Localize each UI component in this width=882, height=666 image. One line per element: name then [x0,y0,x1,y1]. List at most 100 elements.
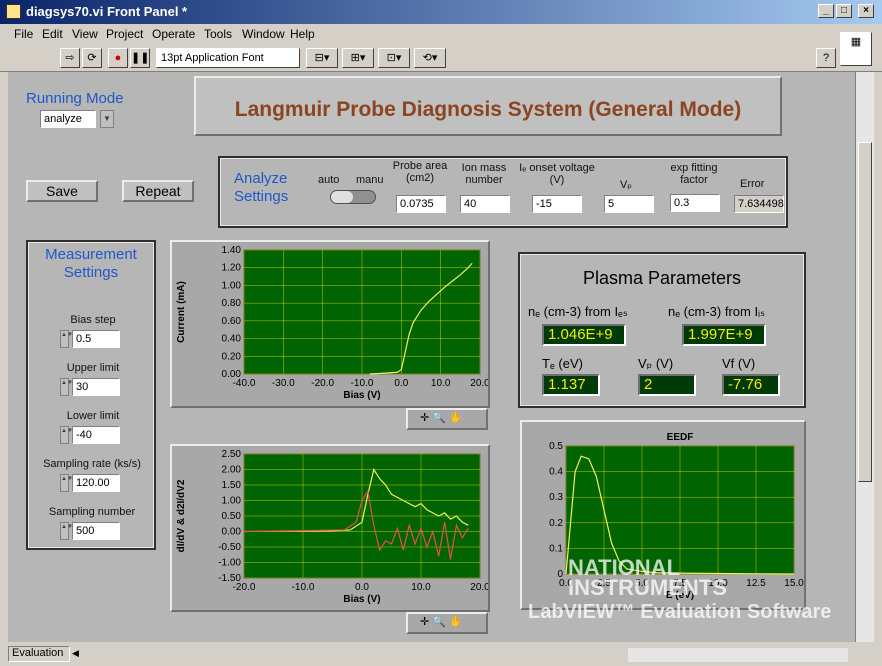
dropdown-arrow-icon[interactable]: ▼ [100,110,114,128]
abort-icon[interactable]: ● [108,48,128,68]
sampling-rate-label: Sampling rate (ks/s) [43,458,141,470]
plasma-parameters-frame: Plasma Parameters nₑ (cm-3) from Iₑₛ nₑ … [518,252,806,408]
y-tick-label: -1.00 [218,558,241,569]
page-title: Langmuir Probe Diagnosis System (General… [234,98,742,121]
run-continuous-icon[interactable]: ⟳ [82,48,102,68]
y-tick-label: 1.00 [222,496,242,507]
exp-fitting-input[interactable]: 0.3 [670,194,720,212]
ne-is-label: nₑ (cm-3) from Iᵢₛ [668,304,765,319]
vi-connector-icon: ▦ [840,32,872,66]
x-tick-label: 0.0 [394,378,408,389]
close-button[interactable]: × [858,4,874,18]
x-tick-label: 10.0 [431,378,451,389]
spinner-icon[interactable]: ▲▼ [60,474,73,492]
scroll-left-icon[interactable]: ◀ [72,648,84,660]
ion-mass-input[interactable]: 40 [460,195,510,213]
watermark-line-3: LabVIEW™ Evaluation Software [528,601,832,623]
cursor-zoom-hand-icon[interactable]: ✛ 🔍 ✋ [420,616,463,628]
upper-limit-input[interactable]: 30 [72,378,120,396]
derivative-plot: -20.0 -10.0 0.0 10.0 20.0-1.50-1.00-0.500.00… [176,449,490,605]
spinner-icon[interactable]: ▲▼ [60,522,73,540]
y-tick-label: 0.00 [222,527,242,538]
menu-operate[interactable]: Operate [152,27,195,41]
menu-window[interactable]: Window [242,27,285,41]
y-tick-label: 1.20 [222,263,242,274]
labview-vi-icon [6,4,21,19]
y-tick-label: 0.3 [549,492,563,503]
repeat-button[interactable]: Repeat [122,180,194,202]
menu-bar: File Edit View Project Operate Tools Win… [0,24,882,44]
pause-icon[interactable]: ❚❚ [130,48,150,68]
y-tick-label: 2.50 [222,449,242,460]
menu-edit[interactable]: Edit [42,27,63,41]
front-panel: Running Mode analyze ▼ Langmuir Probe Di… [8,72,856,642]
vp-label: Vₚ [619,179,633,191]
run-arrow-icon[interactable]: ⇨ [60,48,80,68]
menu-help[interactable]: Help [290,27,315,41]
cursor-zoom-hand-icon[interactable]: ✛ 🔍 ✋ [420,412,463,424]
y-tick-label: 1.00 [222,280,242,291]
spinner-icon[interactable]: ▲▼ [60,426,73,444]
horizontal-scrollbar[interactable] [628,648,848,662]
y-tick-label: -0.50 [218,542,241,553]
bias-step-input[interactable]: 0.5 [72,330,120,348]
onset-voltage-input[interactable]: -15 [532,195,582,213]
y-axis-label: Current (mA) [176,281,187,343]
font-select[interactable]: 13pt Application Font [156,48,300,68]
onset-voltage-label: Iₑ onset voltage (V) [519,162,595,186]
y-tick-label: 2.00 [222,465,242,476]
y-tick-label: 0.1 [549,543,563,554]
maximize-button[interactable]: □ [836,4,852,18]
y-axis-label: dI/dV & d2I/dV2 [176,479,187,552]
save-button[interactable]: Save [26,180,98,202]
x-tick-label: 10.0 [411,582,431,593]
menu-file[interactable]: File [14,27,33,41]
window-titlebar: diagsys70.vi Front Panel * _ □ × [0,0,882,24]
spinner-icon[interactable]: ▲▼ [60,330,73,348]
spinner-icon[interactable]: ▲▼ [60,378,73,396]
vp-result-label: Vₚ (V) [638,356,674,371]
plasma-parameters-title: Plasma Parameters [582,268,742,288]
resize-icon[interactable]: ⊡▾ [378,48,410,68]
menu-view[interactable]: View [72,27,98,41]
x-tick-label: -30.0 [272,378,295,389]
graph-palette[interactable]: ✛ 🔍 ✋ [406,612,488,634]
error-label: Error [740,178,765,190]
sampling-rate-input[interactable]: 120.00 [72,474,120,492]
vf-label: Vf (V) [722,356,756,371]
ni-watermark: NATIONAL INSTRUMENTS LabVIEW™ Evaluation… [528,557,832,623]
ion-mass-label: Ion mass number [461,162,507,186]
analyze-settings-title: Analyze Settings [234,170,289,205]
vertical-scrollbar[interactable] [856,72,874,642]
menu-tools[interactable]: Tools [204,27,232,41]
toolbar: ⇨ ⟳ ● ❚❚ 13pt Application Font ⊟▾ ⊞▾ ⊡▾ … [0,32,882,72]
status-bar: Evaluation ◀ [0,644,882,666]
graph-palette[interactable]: ✛ 🔍 ✋ [406,408,488,430]
probe-area-input[interactable]: 0.0735 [396,195,446,213]
minimize-button[interactable]: _ [818,4,834,18]
vp-input[interactable]: 5 [604,195,654,213]
ne-es-label: nₑ (cm-3) from Iₑₛ [528,304,628,319]
align-icon[interactable]: ⊟▾ [306,48,338,68]
derivative-graph[interactable]: -20.0 -10.0 0.0 10.0 20.0 -1.50 -1.00 -0.50 0.00… [170,444,490,612]
distribute-icon[interactable]: ⊞▾ [342,48,374,68]
sampling-number-input[interactable]: 500 [72,522,120,540]
help-icon[interactable]: ? [816,48,836,68]
x-tick-label: -10.0 [351,378,374,389]
sampling-number-label: Sampling number [48,506,136,518]
error-indicator: 7.634498 [734,195,784,213]
iv-curve-graph[interactable]: -40.0 -30.0 -20.0 -10.0 0.0 10.0 20.0 0.00 0.20 0… [170,240,490,408]
upper-limit-label: Upper limit [66,362,120,374]
x-tick-label: 0.0 [355,582,369,593]
menu-project[interactable]: Project [106,27,143,41]
scroll-thumb[interactable] [858,142,872,482]
running-mode-select[interactable]: analyze [40,110,96,128]
reorder-icon[interactable]: ⟲▾ [414,48,446,68]
lower-limit-input[interactable]: -40 [72,426,120,444]
status-text: Evaluation [8,646,70,662]
measurement-settings-frame: Measurement Settings Bias step ▲▼ 0.5 Up… [26,240,156,550]
ne-es-indicator: 1.046E+9 [542,324,626,346]
auto-manu-toggle[interactable] [330,190,376,204]
chart-title: EEDF [667,432,694,443]
manu-label: manu [356,174,384,186]
